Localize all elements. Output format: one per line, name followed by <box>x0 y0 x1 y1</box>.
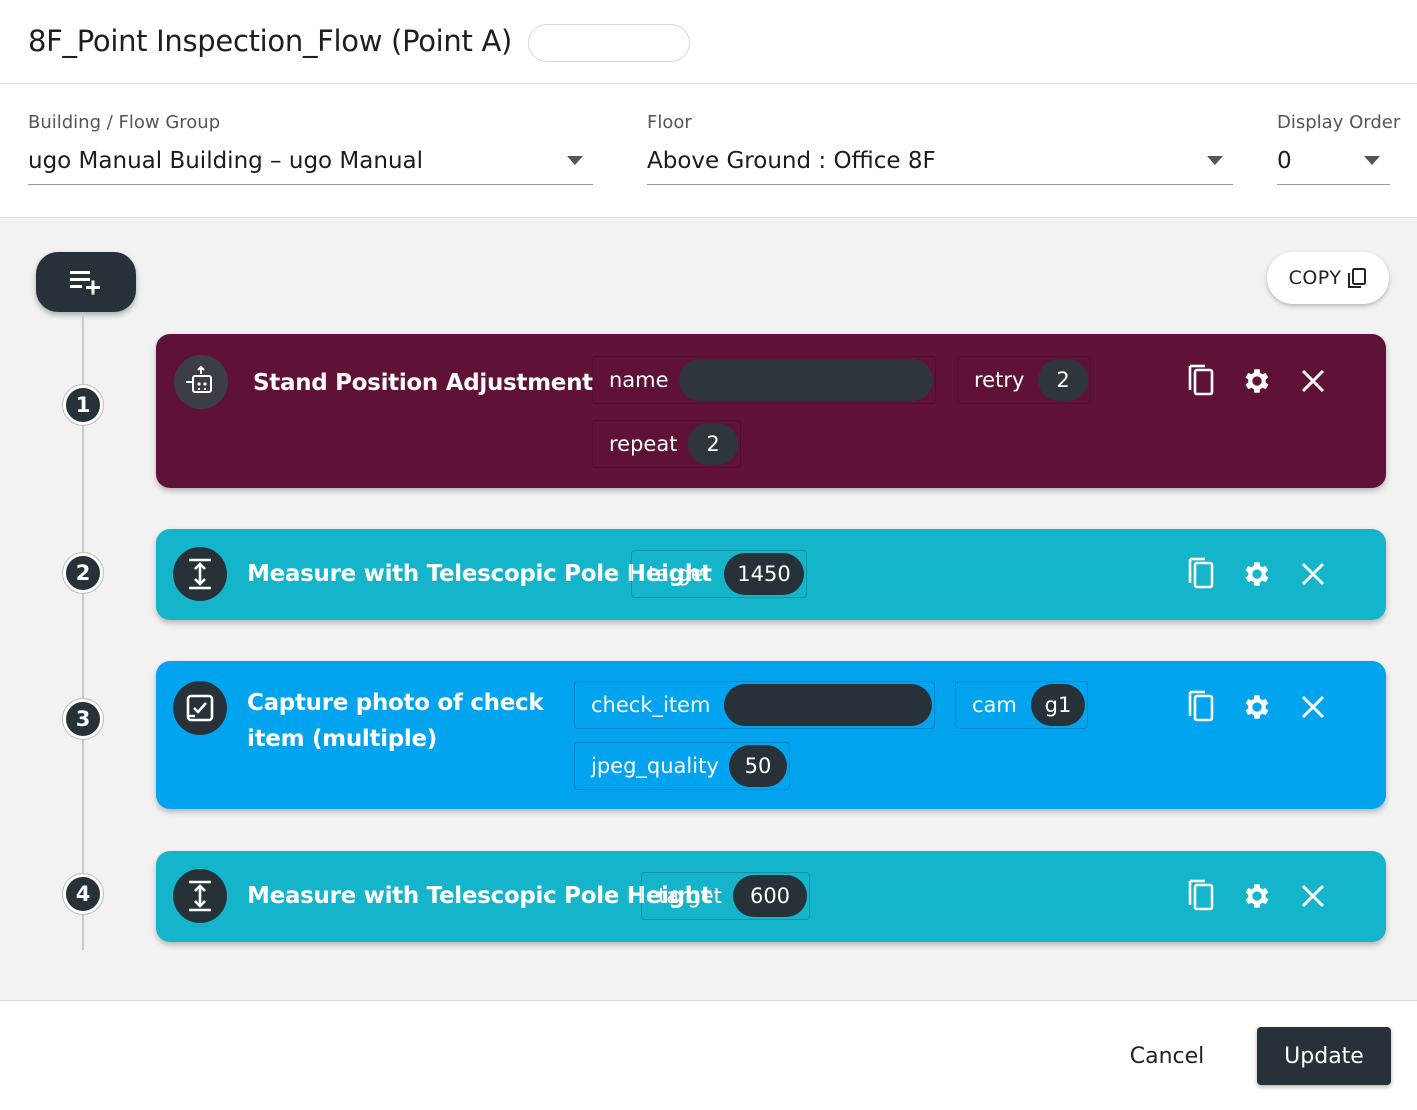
param-label: name <box>609 368 669 392</box>
param-label: target <box>658 884 722 908</box>
step-title-line1: Capture photo of check <box>247 690 544 716</box>
param-value: g1 <box>1031 684 1085 726</box>
step-title: Stand Position Adjustment <box>253 370 593 396</box>
close-icon <box>1301 695 1325 719</box>
gear-icon <box>1245 369 1269 393</box>
dialog-header: 8F_Point Inspection_Flow (Point A) <box>0 0 1417 84</box>
param-target[interactable]: target 1450 <box>631 550 807 598</box>
step-number-2: 2 <box>63 553 103 593</box>
param-value: 600 <box>733 875 807 917</box>
display-order-select[interactable]: Display Order 0 <box>1277 84 1400 218</box>
floor-select[interactable]: Floor Above Ground : Office 8F <box>647 84 1233 218</box>
step-card-2[interactable]: Measure with Telescopic Pole Height targ… <box>156 529 1386 620</box>
param-label: repeat <box>609 432 678 456</box>
param-value: 50 <box>729 745 787 787</box>
param-name[interactable]: name <box>592 356 936 404</box>
floor-label: Floor <box>647 112 692 133</box>
delete-step-button[interactable] <box>1296 557 1330 591</box>
copy-icon <box>1188 557 1214 589</box>
step-card-1[interactable]: Stand Position Adjustment name retry 2 r… <box>156 334 1386 488</box>
step-settings-button[interactable] <box>1240 364 1274 398</box>
param-retry[interactable]: retry 2 <box>957 356 1091 404</box>
step-number-4: 4 <box>63 874 103 914</box>
param-check-item[interactable]: check_item <box>574 681 935 729</box>
delete-step-button[interactable] <box>1296 364 1330 398</box>
delete-step-button[interactable] <box>1296 879 1330 913</box>
param-target[interactable]: target 600 <box>641 872 810 920</box>
copy-icon <box>1188 879 1214 911</box>
dialog-footer: Cancel Update <box>0 1001 1417 1110</box>
step-actions <box>1184 364 1330 398</box>
param-value: 2 <box>1038 359 1088 401</box>
duplicate-step-button[interactable] <box>1184 364 1218 398</box>
step-actions <box>1184 879 1330 913</box>
copy-button[interactable]: COPY <box>1267 252 1389 304</box>
height-measure-icon <box>173 547 227 601</box>
step-card-3[interactable]: Capture photo of check item (multiple) c… <box>156 661 1386 809</box>
step-card-4[interactable]: Measure with Telescopic Pole Height targ… <box>156 851 1386 942</box>
cancel-button[interactable]: Cancel <box>1112 1029 1222 1083</box>
photo-check-icon <box>173 681 227 735</box>
step-number-3: 3 <box>63 699 103 739</box>
gear-icon <box>1245 562 1269 586</box>
building-label: Building / Flow Group <box>28 112 221 133</box>
step-settings-button[interactable] <box>1240 557 1274 591</box>
param-jpeg-quality[interactable]: jpeg_quality 50 <box>574 742 790 790</box>
param-label: jpeg_quality <box>591 754 719 778</box>
step-actions <box>1184 557 1330 591</box>
display-order-label: Display Order <box>1277 112 1401 133</box>
duplicate-step-button[interactable] <box>1184 557 1218 591</box>
floor-value: Above Ground : Office 8F <box>647 148 936 174</box>
building-select[interactable]: Building / Flow Group ugo Manual Buildin… <box>28 84 593 218</box>
page-title: 8F_Point Inspection_Flow (Point A) <box>28 24 513 58</box>
chevron-down-icon <box>1207 156 1223 165</box>
param-value: 2 <box>688 423 738 465</box>
gear-icon <box>1245 695 1269 719</box>
step-number-1: 1 <box>63 385 103 425</box>
step-settings-button[interactable] <box>1240 879 1274 913</box>
stand-position-icon <box>174 355 228 409</box>
building-value: ugo Manual Building – ugo Manual <box>28 148 424 174</box>
copy-icon <box>1348 268 1367 288</box>
param-repeat[interactable]: repeat 2 <box>592 420 741 468</box>
copy-icon <box>1188 690 1214 722</box>
step-settings-button[interactable] <box>1240 690 1274 724</box>
param-label: target <box>648 562 712 586</box>
gear-icon <box>1245 884 1269 908</box>
duplicate-step-button[interactable] <box>1184 879 1218 913</box>
close-icon <box>1301 369 1325 393</box>
selector-row: Building / Flow Group ugo Manual Buildin… <box>0 84 1417 218</box>
playlist-add-icon <box>70 271 100 295</box>
display-order-value: 0 <box>1277 148 1292 174</box>
copy-icon <box>1188 364 1214 396</box>
param-label: retry <box>974 368 1025 392</box>
close-icon <box>1301 562 1325 586</box>
duplicate-step-button[interactable] <box>1184 690 1218 724</box>
step-title-line2: item (multiple) <box>247 726 438 752</box>
title-tag-pill[interactable] <box>528 24 690 62</box>
param-cam[interactable]: cam g1 <box>955 681 1088 729</box>
step-actions <box>1184 690 1330 724</box>
param-value <box>724 684 932 726</box>
update-button[interactable]: Update <box>1257 1027 1391 1085</box>
add-step-button[interactable] <box>36 252 136 312</box>
copy-label: COPY <box>1288 267 1342 289</box>
chevron-down-icon <box>1364 156 1380 165</box>
height-measure-icon <box>173 869 227 923</box>
close-icon <box>1301 884 1325 908</box>
param-value: 1450 <box>724 553 804 595</box>
chevron-down-icon <box>567 156 583 165</box>
param-label: cam <box>972 693 1017 717</box>
param-value <box>679 359 933 401</box>
delete-step-button[interactable] <box>1296 690 1330 724</box>
param-label: check_item <box>591 693 711 717</box>
flow-editor: COPY 1 2 3 4 Stand Position Adjustment n… <box>0 218 1417 1001</box>
